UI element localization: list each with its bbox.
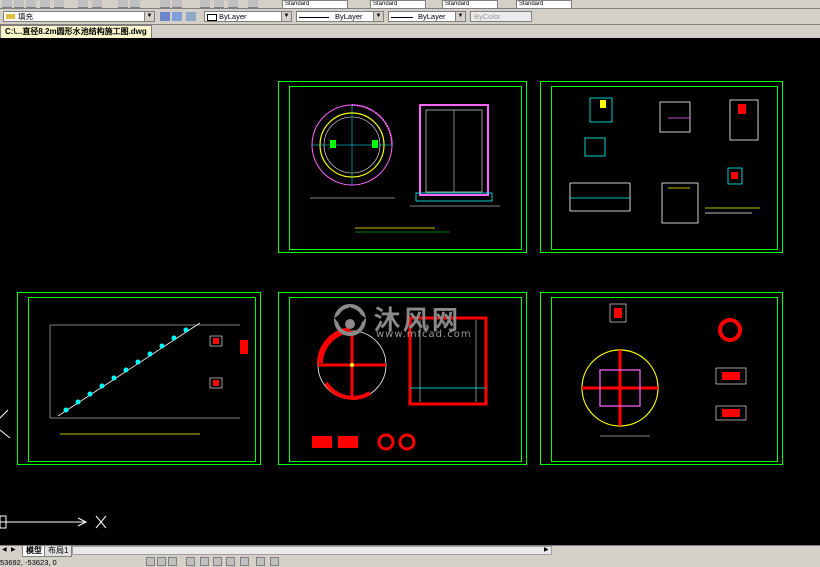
plot-icon[interactable] bbox=[40, 0, 50, 8]
layer-manager-icon[interactable] bbox=[160, 12, 170, 21]
lineweight-preview bbox=[391, 16, 413, 18]
ucs-icon bbox=[0, 409, 107, 529]
dim-style-value: Standard bbox=[373, 1, 398, 7]
sheet-5-content bbox=[581, 303, 747, 437]
osnap-toggle[interactable] bbox=[200, 557, 209, 566]
ducs-toggle[interactable] bbox=[226, 557, 235, 566]
model-toggle[interactable] bbox=[270, 557, 279, 566]
help-icon[interactable] bbox=[248, 0, 258, 8]
horizontal-scrollbar[interactable] bbox=[72, 546, 552, 555]
watermark: 沐风网 www.mfcad.com bbox=[330, 300, 500, 342]
standard-toolbar: Standard Standard Standard Standard bbox=[0, 0, 820, 9]
zoom-icon[interactable] bbox=[172, 0, 182, 8]
tab-scroll-next-icon[interactable]: ▶ bbox=[11, 546, 19, 555]
sheet-frame-3 bbox=[17, 292, 261, 465]
lineweight-value: ByLayer bbox=[418, 12, 446, 21]
drawing-canvas[interactable]: 沐风网 www.mfcad.com bbox=[0, 38, 820, 545]
color-swatch-icon bbox=[207, 14, 217, 21]
designcenter-icon[interactable] bbox=[214, 0, 224, 8]
text-style-combo[interactable]: Standard bbox=[282, 0, 348, 8]
lwt-toggle[interactable] bbox=[256, 557, 265, 566]
sheet-frame-2 bbox=[540, 81, 783, 253]
plotstyle-combo[interactable]: ByColor bbox=[470, 11, 532, 22]
ortho-toggle[interactable] bbox=[168, 557, 177, 566]
sheet-frame-1 bbox=[278, 81, 527, 253]
redo-icon[interactable] bbox=[130, 0, 140, 8]
new-icon[interactable] bbox=[2, 0, 12, 8]
linetype-value: ByLayer bbox=[335, 12, 363, 21]
otrack-toggle[interactable] bbox=[213, 557, 222, 566]
sheet-3-content bbox=[49, 322, 248, 435]
watermark-logo-icon bbox=[334, 304, 366, 336]
preview-icon[interactable] bbox=[54, 0, 64, 8]
properties-toolbar: 填充 ▼ ByLayer ▼ ByLayer ▼ ByLayer ▼ ByCol… bbox=[0, 9, 820, 25]
table-style-value: Standard bbox=[445, 1, 470, 7]
text-style-value: Standard bbox=[285, 1, 310, 7]
watermark-url: www.mfcad.com bbox=[376, 329, 472, 340]
tab-scroll-first-icon[interactable]: ◀ bbox=[2, 546, 10, 555]
sheet-1-content bbox=[310, 104, 500, 233]
scroll-right-icon[interactable]: ▶ bbox=[544, 546, 552, 555]
chevron-down-icon[interactable]: ▼ bbox=[281, 12, 291, 21]
chevron-down-icon[interactable]: ▼ bbox=[455, 12, 465, 21]
linetype-preview bbox=[299, 16, 329, 18]
dim-style-combo[interactable]: Standard bbox=[370, 0, 426, 8]
layer-previous-icon[interactable] bbox=[172, 12, 182, 21]
table-style-combo[interactable]: Standard bbox=[442, 0, 498, 8]
layer-name: 填充 bbox=[18, 12, 33, 21]
cad-drawing bbox=[0, 81, 783, 529]
linetype-combo[interactable]: ByLayer ▼ bbox=[296, 11, 384, 22]
sheet-2-content bbox=[569, 97, 760, 224]
layer-combo[interactable]: 填充 ▼ bbox=[3, 11, 155, 22]
document-tab-bar: C:\...直径8.2m圆形水池结构施工图.dwg bbox=[0, 25, 820, 39]
plotstyle-value: ByColor bbox=[474, 12, 501, 21]
cut-icon[interactable] bbox=[78, 0, 88, 8]
undo-icon[interactable] bbox=[118, 0, 128, 8]
chevron-down-icon[interactable]: ▼ bbox=[144, 12, 154, 21]
dyn-toggle[interactable] bbox=[240, 557, 249, 566]
tab-model[interactable]: 模型 bbox=[22, 546, 46, 557]
pan-icon[interactable] bbox=[160, 0, 170, 8]
lineweight-combo[interactable]: ByLayer ▼ bbox=[388, 11, 466, 22]
color-value: ByLayer bbox=[219, 12, 247, 21]
tab-layout1[interactable]: 布局1 bbox=[44, 546, 73, 557]
copy-icon[interactable] bbox=[92, 0, 102, 8]
multileader-style-combo[interactable]: Standard bbox=[516, 0, 572, 8]
multileader-style-value: Standard bbox=[519, 1, 544, 7]
color-combo[interactable]: ByLayer ▼ bbox=[204, 11, 292, 22]
document-tab[interactable]: C:\...直径8.2m圆形水池结构施工图.dwg bbox=[0, 25, 152, 39]
status-area: ◀ ▶ 模型 布局1 ▶ 53692, -53623, 0 bbox=[0, 545, 820, 567]
make-current-icon[interactable] bbox=[186, 12, 196, 21]
snap-toggle[interactable] bbox=[146, 557, 155, 566]
chevron-down-icon[interactable]: ▼ bbox=[373, 12, 383, 21]
layer-state-icon bbox=[6, 14, 15, 19]
toolpalette-icon[interactable] bbox=[228, 0, 238, 8]
save-icon[interactable] bbox=[26, 0, 36, 8]
properties-icon[interactable] bbox=[200, 0, 210, 8]
open-icon[interactable] bbox=[14, 0, 24, 8]
polar-toggle[interactable] bbox=[186, 557, 195, 566]
grid-toggle[interactable] bbox=[157, 557, 166, 566]
